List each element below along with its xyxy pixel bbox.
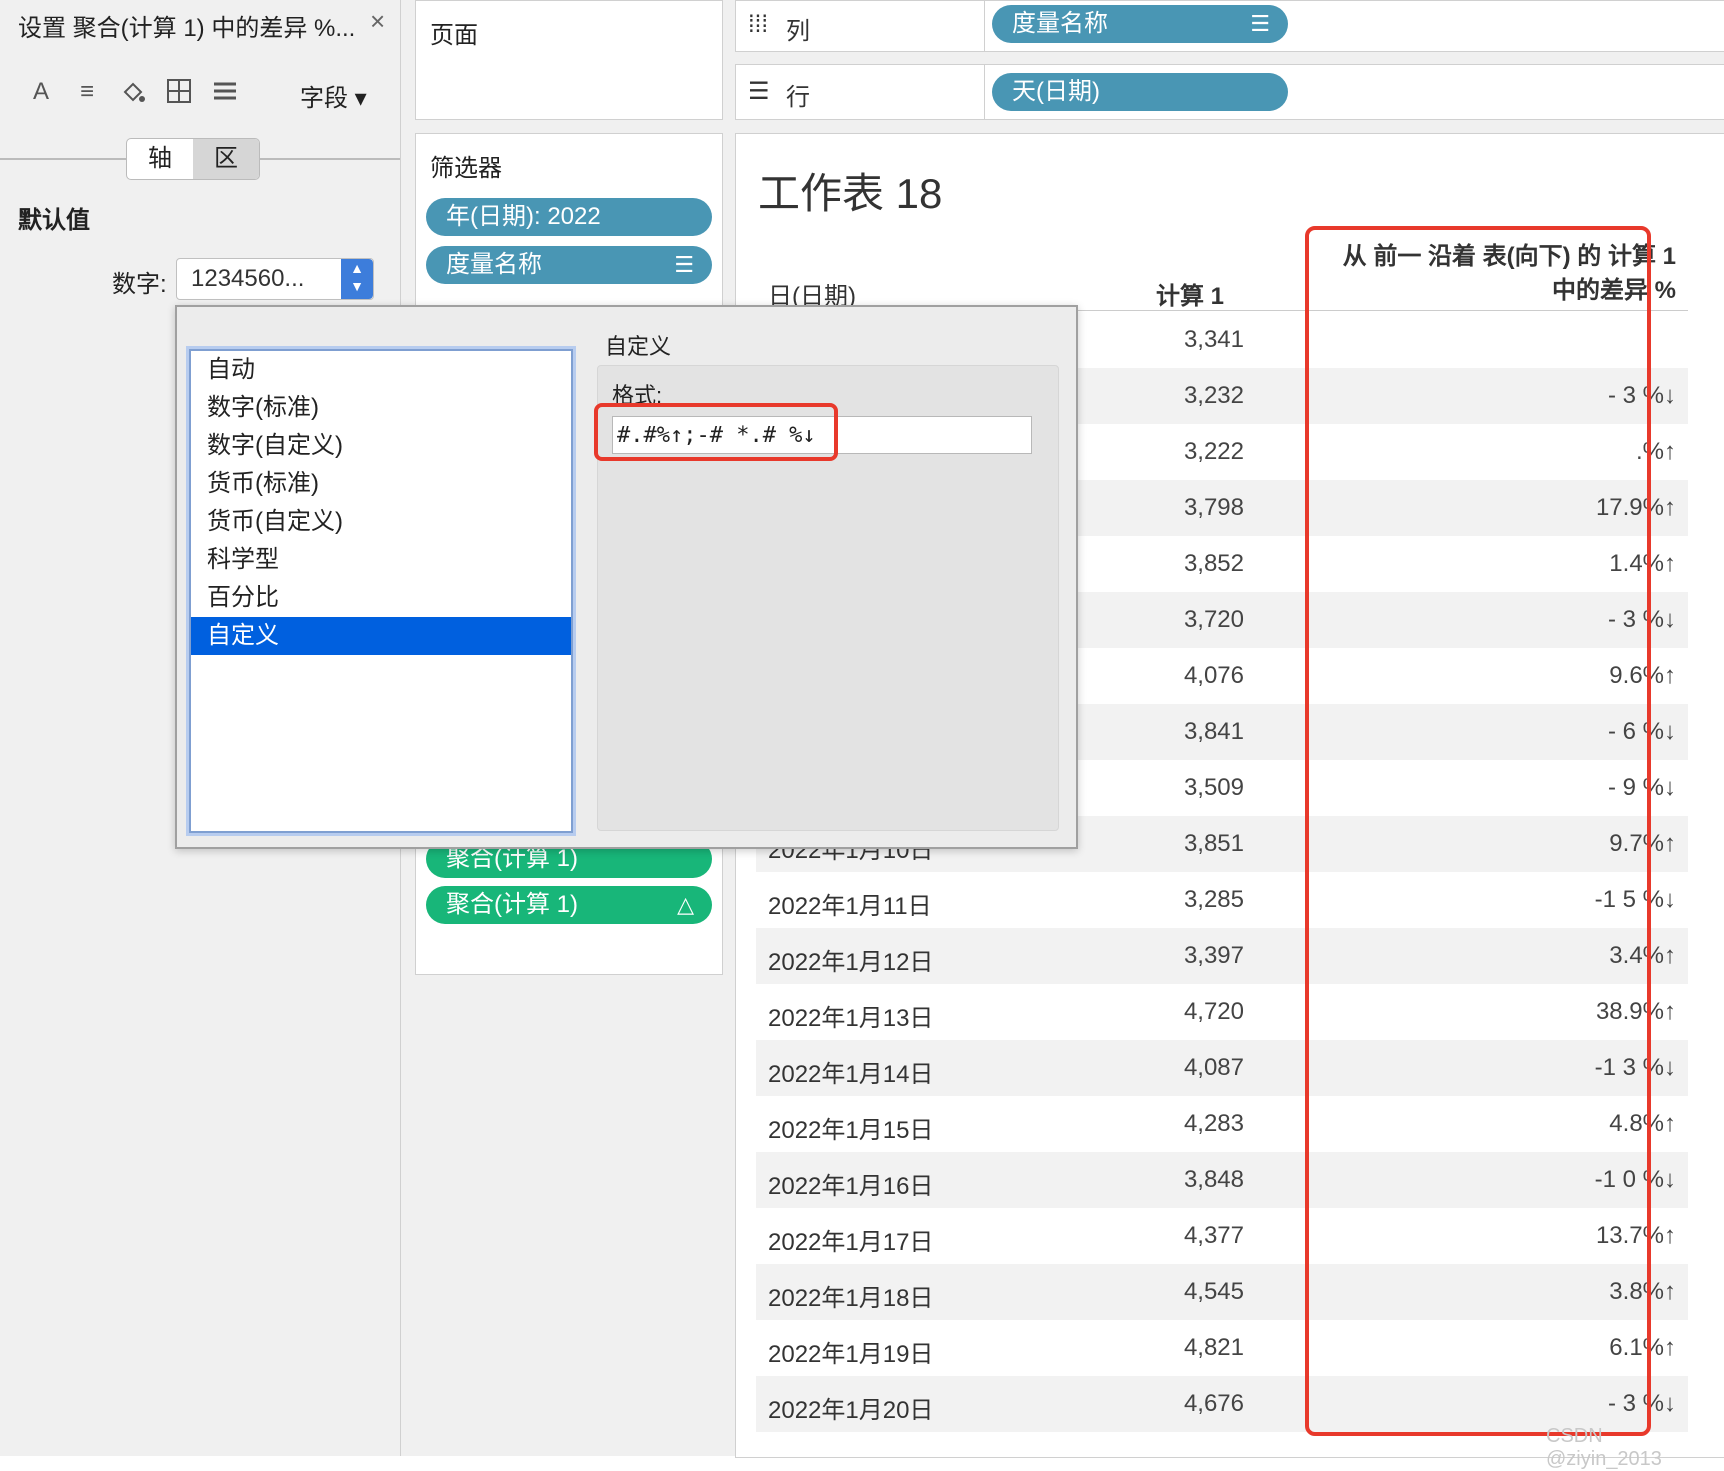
number-format-select[interactable]: 1234560... ▲ ▼ (176, 258, 374, 300)
format-pane-title: 设置 聚合(计算 1) 中的差异 %... (18, 15, 356, 42)
cell-date: 2022年1月19日 (768, 1341, 934, 1368)
measure-pill-calc-delta[interactable]: 聚合(计算 1) △ (426, 886, 712, 924)
number-format-value: 1234560... (191, 265, 305, 292)
shading-icon[interactable] (118, 78, 148, 113)
cell-calc: 3,841 (1183, 718, 1244, 745)
font-icon[interactable]: A (26, 78, 56, 106)
format-option[interactable]: 货币(标准) (191, 465, 571, 503)
format-option[interactable]: 货币(自定义) (191, 503, 571, 541)
cell-calc: 4,377 (1183, 1222, 1244, 1249)
pages-shelf[interactable]: 页面 (415, 0, 723, 120)
cell-calc: 3,848 (1183, 1166, 1244, 1193)
lines-icon[interactable] (210, 78, 240, 111)
pages-label: 页面 (430, 22, 478, 49)
format-option[interactable]: 科学型 (191, 541, 571, 579)
number-label: 数字: (112, 271, 167, 298)
cell-calc: 3,232 (1183, 382, 1244, 409)
cell-calc: 4,076 (1183, 662, 1244, 689)
format-type-list[interactable]: 自动 数字(标准) 数字(自定义) 货币(标准) 货币(自定义) 科学型 百分比 自定义 (189, 349, 573, 833)
filter-pill-label: 年(日期): 2022 (446, 203, 601, 230)
alignment-icon[interactable]: ≡ (72, 78, 102, 106)
cell-calc: 3,509 (1183, 774, 1244, 801)
format-input-highlight (594, 403, 838, 461)
shelf-divider (984, 65, 985, 119)
cell-date: 2022年1月16日 (768, 1173, 934, 1200)
rows-shelf[interactable]: ☰ 行 天(日期) (735, 64, 1724, 120)
default-section-heading: 默认值 (18, 207, 90, 234)
columns-icon: ⁞⁞⁞ (748, 11, 769, 38)
delta-icon: △ (677, 892, 694, 917)
rows-pill-day-date[interactable]: 天(日期) (992, 73, 1288, 111)
cell-date: 2022年1月17日 (768, 1229, 934, 1256)
cell-calc: 3,798 (1183, 494, 1244, 521)
cell-calc: 4,283 (1183, 1110, 1244, 1137)
cell-calc: 3,397 (1183, 942, 1244, 969)
fields-dropdown[interactable]: 字段 ▾ (300, 78, 367, 113)
format-option[interactable]: 自定义 (191, 617, 571, 655)
axis-pane-tabs: 轴 区 (126, 138, 260, 180)
filter-pill-measure-names[interactable]: 度量名称 ☰ (426, 246, 712, 284)
cell-calc: 4,676 (1183, 1390, 1244, 1417)
format-option[interactable]: 数字(自定义) (191, 427, 571, 465)
cell-calc: 3,341 (1183, 326, 1244, 353)
cell-calc: 3,720 (1183, 606, 1244, 633)
borders-icon[interactable] (164, 78, 194, 111)
cell-date: 2022年1月15日 (768, 1117, 934, 1144)
rows-label: 行 (786, 84, 810, 111)
measure-pill-label: 聚合(计算 1) (446, 891, 578, 918)
rows-icon: ☰ (748, 78, 770, 105)
columns-label: 列 (786, 18, 810, 45)
columns-pill-measure-names[interactable]: 度量名称 ☰ (992, 5, 1288, 43)
format-option[interactable]: 百分比 (191, 579, 571, 617)
cell-calc: 4,545 (1183, 1278, 1244, 1305)
diff-column-highlight (1305, 226, 1651, 1436)
cell-calc: 3,852 (1183, 550, 1244, 577)
format-option[interactable]: 自动 (191, 351, 571, 389)
sort-icon: ☰ (1250, 11, 1270, 36)
updown-chevron-icon[interactable]: ▲ ▼ (341, 259, 373, 299)
cell-calc: 3,222 (1183, 438, 1244, 465)
filters-label: 筛选器 (430, 155, 502, 182)
close-icon[interactable]: × (370, 6, 385, 37)
rows-pill-label: 天(日期) (1012, 78, 1100, 105)
columns-shelf[interactable]: ⁞⁞⁞ 列 度量名称 ☰ (735, 0, 1724, 52)
tab-pane[interactable]: 区 (193, 139, 259, 179)
cell-calc: 4,821 (1183, 1334, 1244, 1361)
format-option[interactable]: 数字(标准) (191, 389, 571, 427)
measure-pill-label: 聚合(计算 1) (446, 845, 578, 872)
cell-date: 2022年1月20日 (768, 1397, 934, 1424)
column-header-calc[interactable]: 计算 1 (1116, 276, 1224, 311)
number-format-dialog: 自动 数字(标准) 数字(自定义) 货币(标准) 货币(自定义) 科学型 百分比 自定义 自定… (175, 305, 1078, 849)
sort-icon: ☰ (674, 252, 694, 277)
tab-axis[interactable]: 轴 (127, 139, 193, 179)
cell-date: 2022年1月14日 (768, 1061, 934, 1088)
cell-date: 2022年1月12日 (768, 949, 934, 976)
columns-pill-label: 度量名称 (1012, 10, 1108, 37)
custom-heading: 自定义 (605, 334, 672, 359)
cell-calc: 3,285 (1183, 886, 1244, 913)
watermark: CSDN @ziyin_2013 (1546, 1425, 1662, 1470)
cell-calc: 3,851 (1183, 830, 1244, 857)
filter-pill-label: 度量名称 (446, 251, 542, 278)
cell-date: 2022年1月13日 (768, 1005, 934, 1032)
cell-calc: 4,720 (1183, 998, 1244, 1025)
cell-date: 2022年1月18日 (768, 1285, 934, 1312)
worksheet-title: 工作表 18 (758, 170, 943, 217)
cell-calc: 4,087 (1183, 1054, 1244, 1081)
filter-pill-year[interactable]: 年(日期): 2022 (426, 198, 712, 236)
cell-date: 2022年1月11日 (768, 893, 932, 920)
shelf-divider (984, 1, 985, 51)
